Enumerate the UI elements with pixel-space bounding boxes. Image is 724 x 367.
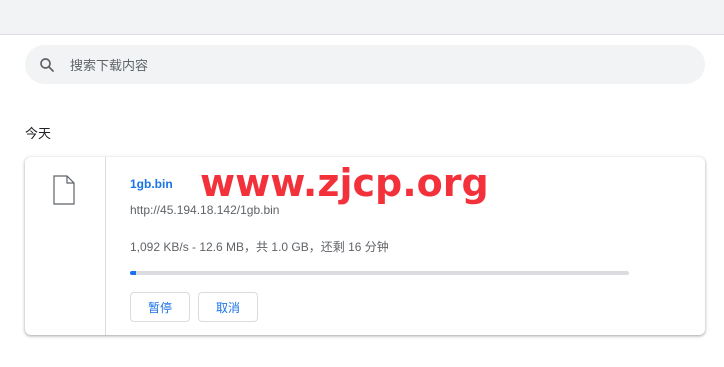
file-icon-column bbox=[25, 157, 106, 335]
search-placeholder: 搜索下载内容 bbox=[70, 58, 149, 73]
top-toolbar bbox=[0, 0, 724, 35]
cancel-button[interactable]: 取消 bbox=[198, 292, 258, 322]
pause-button[interactable]: 暂停 bbox=[130, 292, 190, 322]
search-icon bbox=[40, 57, 54, 72]
file-name-link[interactable]: 1gb.bin bbox=[130, 177, 173, 191]
watermark-text: www.zjcp.org bbox=[200, 161, 489, 205]
progress-fill bbox=[130, 271, 136, 275]
download-card: 1gb.bin www.zjcp.org http://45.194.18.14… bbox=[25, 157, 705, 335]
file-url[interactable]: http://45.194.18.142/1gb.bin bbox=[130, 203, 279, 217]
date-heading: 今天 bbox=[25, 126, 52, 141]
file-icon bbox=[53, 175, 75, 205]
download-progress-bar bbox=[130, 271, 629, 275]
download-status: 1,092 KB/s - 12.6 MB，共 1.0 GB，还剩 16 分钟 bbox=[130, 240, 389, 254]
search-bar[interactable]: 搜索下载内容 bbox=[25, 45, 705, 84]
